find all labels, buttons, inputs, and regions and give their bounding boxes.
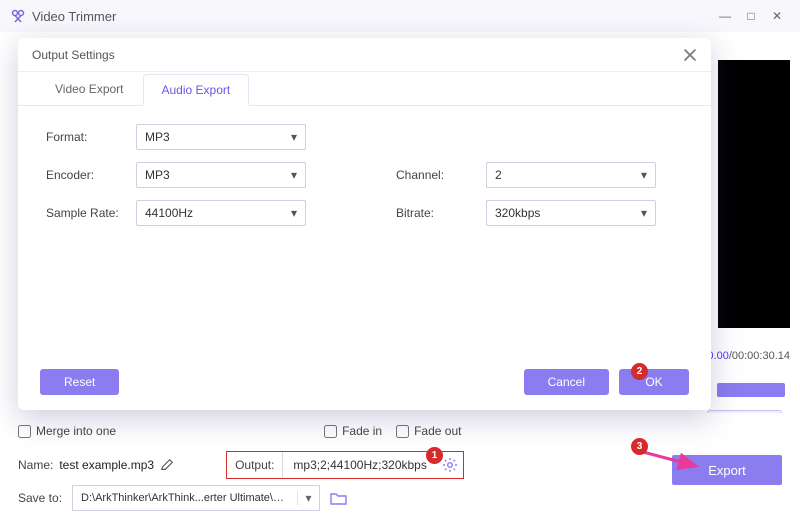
dialog-title: Output Settings [32, 48, 683, 62]
playback-time: 0.00/00:00:30.14 [707, 350, 790, 362]
output-label: Output: [227, 452, 283, 478]
chevron-down-icon: ▾ [283, 168, 305, 182]
ok-button[interactable]: OK [619, 369, 689, 395]
edit-name-icon[interactable] [160, 458, 174, 472]
annotation-arrow-icon [640, 446, 710, 476]
channel-label: Channel: [396, 168, 486, 182]
tab-audio-export[interactable]: Audio Export [143, 74, 250, 106]
time-total: /00:00:30.14 [729, 350, 790, 362]
annotation-2: 2 [631, 363, 648, 380]
titlebar: Video Trimmer — □ ✕ [0, 0, 800, 32]
chevron-down-icon: ▾ [633, 168, 655, 182]
app-logo-icon [10, 8, 26, 24]
output-value: mp3;2;44100Hz;320kbps [283, 452, 436, 478]
reset-button[interactable]: Reset [40, 369, 119, 395]
app-title: Video Trimmer [32, 9, 116, 24]
chevron-down-icon: ▾ [297, 491, 319, 505]
sample-rate-label: Sample Rate: [46, 206, 136, 220]
encoder-label: Encoder: [46, 168, 136, 182]
format-select[interactable]: MP3▾ [136, 124, 306, 150]
fade-out-checkbox[interactable]: Fade out [396, 424, 461, 438]
chevron-down-icon: ▾ [633, 206, 655, 220]
export-tabs: Video Export Audio Export [18, 72, 711, 106]
bitrate-label: Bitrate: [396, 206, 486, 220]
output-settings-dialog: Output Settings Video Export Audio Expor… [18, 38, 711, 410]
timeline-segment[interactable] [717, 383, 785, 397]
save-to-label: Save to: [18, 491, 62, 505]
save-to-path-select[interactable]: D:\ArkThinker\ArkThink...erter Ultimate\… [72, 485, 320, 511]
close-window-button[interactable]: ✕ [764, 4, 790, 28]
tab-video-export[interactable]: Video Export [36, 73, 143, 105]
chevron-down-icon: ▾ [283, 206, 305, 220]
video-preview [718, 60, 790, 328]
encoder-select[interactable]: MP3▾ [136, 162, 306, 188]
cancel-button[interactable]: Cancel [524, 369, 609, 395]
maximize-button[interactable]: □ [738, 4, 764, 28]
channel-select[interactable]: 2▾ [486, 162, 656, 188]
annotation-1: 1 [426, 447, 443, 464]
annotation-3: 3 [631, 438, 648, 455]
minimize-button[interactable]: — [712, 4, 738, 28]
sample-rate-select[interactable]: 44100Hz▾ [136, 200, 306, 226]
open-folder-icon[interactable] [330, 490, 348, 506]
chevron-down-icon: ▾ [283, 130, 305, 144]
format-label: Format: [46, 130, 136, 144]
close-dialog-icon[interactable] [683, 48, 697, 62]
fade-in-checkbox[interactable]: Fade in [324, 424, 382, 438]
name-label: Name: [18, 458, 53, 472]
name-value: test example.mp3 [59, 458, 154, 472]
bitrate-select[interactable]: 320kbps▾ [486, 200, 656, 226]
merge-into-one-checkbox[interactable]: Merge into one [18, 424, 116, 438]
